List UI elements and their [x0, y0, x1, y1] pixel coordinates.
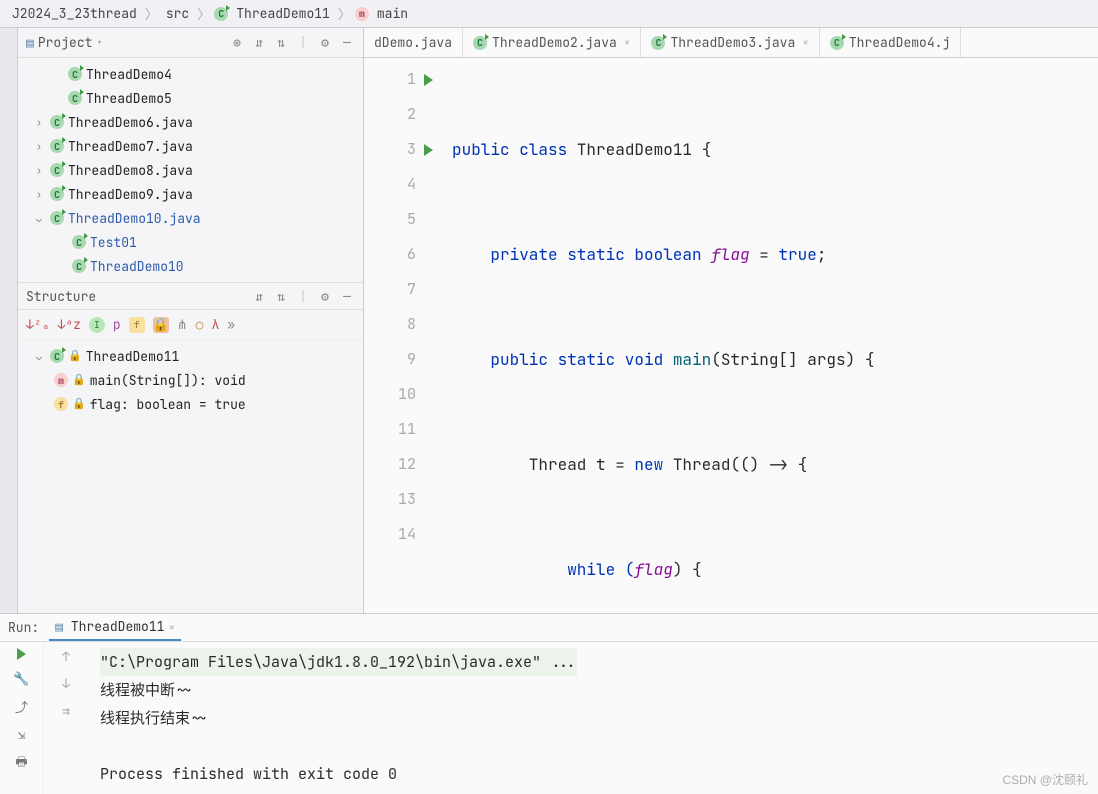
class-icon — [72, 259, 86, 273]
lock-icon: 🔒 — [68, 349, 82, 363]
class-icon — [214, 7, 228, 21]
breadcrumb-project[interactable]: J2024_3_23thread — [8, 3, 141, 24]
hide-icon[interactable]: — — [339, 288, 355, 305]
chevron-right-icon: 〉 — [338, 4, 351, 23]
structure-class-row[interactable]: ⌄ 🔒 ThreadDemo11 — [18, 344, 363, 368]
class-icon — [50, 349, 64, 363]
editor-tab[interactable]: ThreadDemo3.java× — [641, 28, 819, 57]
run-tool-window: Run: ▤ ThreadDemo11× 🔧 ⤴ ⇲ 🖶 ↑ ↓ ⇉ "C:\P… — [0, 613, 1098, 794]
editor-tab[interactable]: ThreadDemo4.j — [820, 28, 961, 57]
class-icon — [68, 67, 82, 81]
tree-item[interactable]: ThreadDemo10 — [18, 254, 363, 278]
class-icon — [72, 235, 86, 249]
stepout-icon[interactable]: ⤴ — [15, 697, 28, 716]
field-icon — [54, 397, 68, 411]
download-icon[interactable]: ⇲ — [18, 726, 26, 743]
chevron-right-icon: 〉 — [197, 4, 210, 23]
class-icon — [50, 139, 64, 153]
tree-item[interactable]: ›ThreadDemo6.java — [18, 110, 363, 134]
breadcrumb-method[interactable]: main — [373, 3, 412, 24]
wrap-icon[interactable]: ⇉ — [62, 702, 70, 719]
filter-lambda-icon[interactable]: λ — [211, 316, 219, 333]
tree-item[interactable]: Test01 — [18, 230, 363, 254]
lock-icon: 🔒 — [72, 397, 86, 411]
breadcrumb: J2024_3_23thread 〉 src 〉 ThreadDemo11 〉 … — [0, 0, 1098, 28]
rerun-icon[interactable] — [17, 648, 26, 660]
structure-title[interactable]: Structure — [26, 288, 245, 305]
expand-icon[interactable]: ⇵ — [251, 34, 267, 51]
method-icon — [355, 7, 369, 21]
close-icon[interactable]: × — [624, 36, 631, 50]
up-icon[interactable]: ↑ — [62, 648, 70, 665]
method-icon — [54, 373, 68, 387]
structure-panel-header: Structure ⇵ ⇅ | ⚙ — — [18, 282, 363, 310]
project-panel-header: ▤ Project ▾ ⊕ ⇵ ⇅ | ⚙ — — [18, 28, 363, 58]
filter-y-icon[interactable]: ⋔ — [177, 316, 188, 333]
class-icon — [50, 163, 64, 177]
console-output[interactable]: "C:\Program Files\Java\jdk1.8.0_192\bin\… — [90, 642, 577, 794]
tool-window-stripe[interactable] — [0, 28, 18, 613]
target-icon[interactable]: ⊕ — [229, 34, 245, 51]
close-icon[interactable]: × — [802, 36, 809, 50]
gear-icon[interactable]: ⚙ — [317, 288, 333, 305]
class-icon — [50, 115, 64, 129]
run-gutter-icon[interactable] — [424, 74, 433, 86]
tree-item[interactable]: ⌄ThreadDemo10.java — [18, 206, 363, 230]
editor-tabs: dDemo.javaThreadDemo2.java×ThreadDemo3.j… — [364, 28, 1098, 58]
breadcrumb-class[interactable]: ThreadDemo11 — [232, 3, 334, 24]
watermark: CSDN @沈颐礼 — [1002, 771, 1088, 788]
tree-item[interactable]: ThreadDemo5 — [18, 86, 363, 110]
chevron-right-icon: 〉 — [145, 4, 158, 23]
expand-icon[interactable]: ⇵ — [251, 288, 267, 305]
structure-toolbar: ↓ᶻₐ ↓ᵃz I p f 🔒 ⋔ ○ λ » — [18, 310, 363, 340]
filter-p-icon[interactable]: p — [113, 316, 121, 333]
hide-icon[interactable]: — — [339, 34, 355, 51]
class-icon — [50, 187, 64, 201]
down-icon[interactable]: ↓ — [62, 675, 70, 692]
tree-item[interactable]: ›ThreadDemo8.java — [18, 158, 363, 182]
project-panel-title[interactable]: ▤ Project ▾ — [26, 34, 223, 51]
class-icon — [473, 36, 487, 50]
class-icon — [651, 36, 665, 50]
gear-icon[interactable]: ⚙ — [317, 34, 333, 51]
lock-icon[interactable]: 🔒 — [153, 317, 169, 333]
project-tree[interactable]: ThreadDemo4ThreadDemo5›ThreadDemo6.java›… — [18, 58, 363, 282]
more-icon[interactable]: » — [227, 316, 235, 333]
run-header: Run: ▤ ThreadDemo11× — [0, 614, 1098, 642]
collapse-icon[interactable]: ⇅ — [273, 34, 289, 51]
run-tab[interactable]: ▤ ThreadDemo11× — [49, 614, 181, 641]
editor-tab[interactable]: dDemo.java — [364, 28, 463, 57]
run-label: Run: — [8, 619, 39, 636]
tree-item[interactable]: ›ThreadDemo9.java — [18, 182, 363, 206]
tree-item[interactable]: ›ThreadDemo7.java — [18, 134, 363, 158]
filter-i-icon[interactable]: I — [89, 317, 105, 333]
class-icon — [68, 91, 82, 105]
class-icon — [50, 211, 64, 225]
line-numbers: 1234567891011121314 — [364, 58, 424, 613]
sidebar: ▤ Project ▾ ⊕ ⇵ ⇅ | ⚙ — ThreadDemo4Threa… — [18, 28, 364, 613]
editor-tab[interactable]: ThreadDemo2.java× — [463, 28, 641, 57]
structure-tree[interactable]: ⌄ 🔒 ThreadDemo11 🔒main(String[]): void🔒f… — [18, 340, 363, 420]
class-icon — [830, 36, 844, 50]
lock-icon: 🔒 — [72, 373, 86, 387]
print-icon[interactable]: 🖶 — [15, 753, 27, 775]
code-editor[interactable]: public class ThreadDemo11 { private stat… — [442, 58, 942, 613]
structure-member[interactable]: 🔒main(String[]): void — [18, 368, 363, 392]
sort-za-icon[interactable]: ↓ᶻₐ — [26, 316, 49, 333]
filter-o-icon[interactable]: ○ — [196, 316, 204, 333]
breadcrumb-src[interactable]: src — [162, 3, 193, 24]
gutter-icons — [424, 58, 442, 613]
collapse-icon[interactable]: ⇅ — [273, 288, 289, 305]
structure-member[interactable]: 🔒flag: boolean = true — [18, 392, 363, 416]
sort-az-icon[interactable]: ↓ᵃz — [57, 316, 80, 333]
tree-item[interactable]: ThreadDemo4 — [18, 62, 363, 86]
run-gutter-icon[interactable] — [424, 144, 433, 156]
filter-f-icon[interactable]: f — [129, 317, 145, 333]
editor: dDemo.javaThreadDemo2.java×ThreadDemo3.j… — [364, 28, 1098, 613]
wrench-icon[interactable]: 🔧 — [13, 670, 29, 687]
